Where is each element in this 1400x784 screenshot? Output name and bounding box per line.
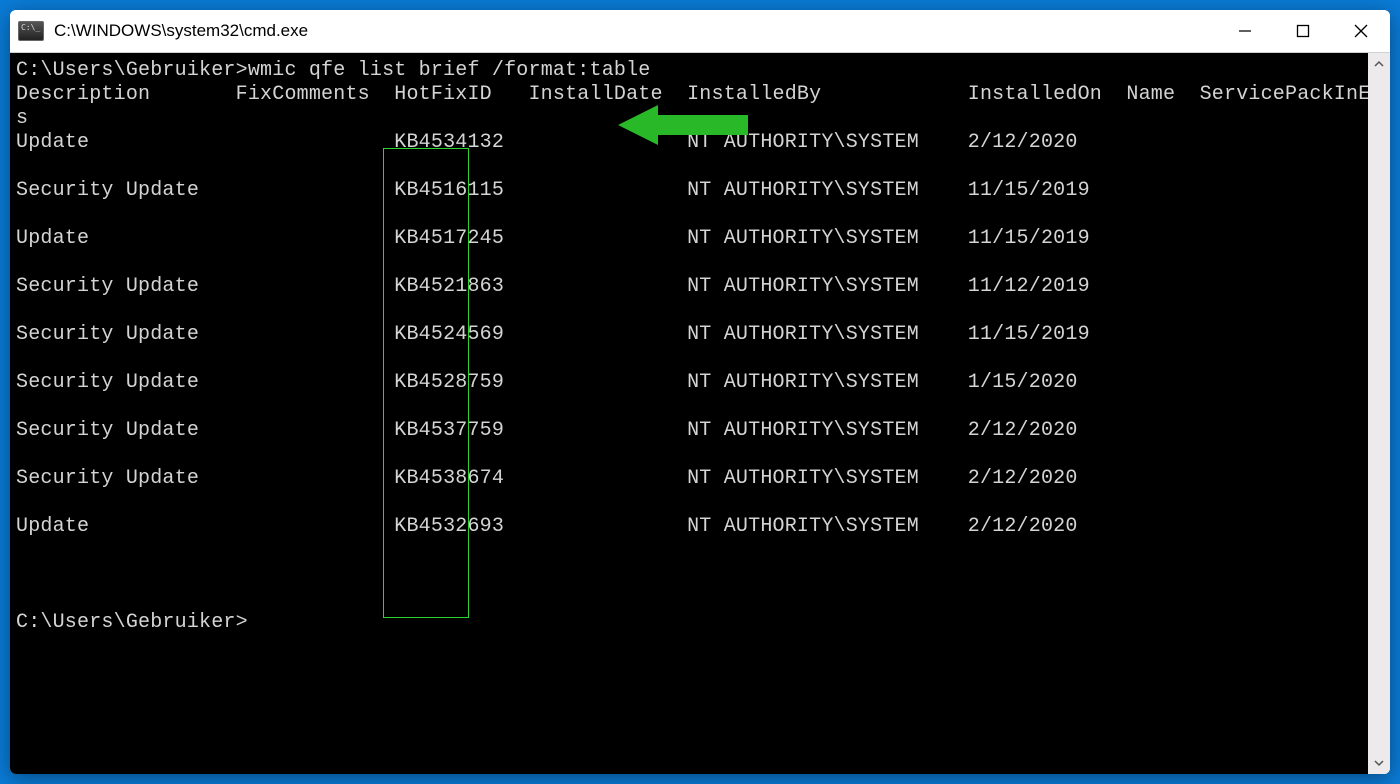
close-button[interactable] [1332,10,1390,52]
client-area: C:\Users\Gebruiker>wmic qfe list brief /… [10,53,1390,774]
scroll-down-button[interactable] [1368,752,1390,774]
maximize-button[interactable] [1274,10,1332,52]
window-buttons [1216,10,1390,52]
scroll-up-button[interactable] [1368,53,1390,75]
cmd-icon [18,21,44,41]
table-header: Description FixComments HotFixID Install… [16,83,1368,106]
vertical-scrollbar[interactable] [1368,53,1390,774]
terminal[interactable]: C:\Users\Gebruiker>wmic qfe list brief /… [10,53,1368,774]
window-title: C:\WINDOWS\system32\cmd.exe [54,21,308,41]
minimize-button[interactable] [1216,10,1274,52]
table-row: Update KB4534132 NT AUTHORITY\SYSTEM 2/1… [16,131,1090,538]
table-header-wrap: s [16,107,28,130]
prompt-line: C:\Users\Gebruiker> [16,611,248,634]
titlebar[interactable]: C:\WINDOWS\system32\cmd.exe [10,10,1390,53]
cmd-window: C:\WINDOWS\system32\cmd.exe C:\Users\Geb… [10,10,1390,774]
prompt-line: C:\Users\Gebruiker>wmic qfe list brief /… [16,59,651,82]
